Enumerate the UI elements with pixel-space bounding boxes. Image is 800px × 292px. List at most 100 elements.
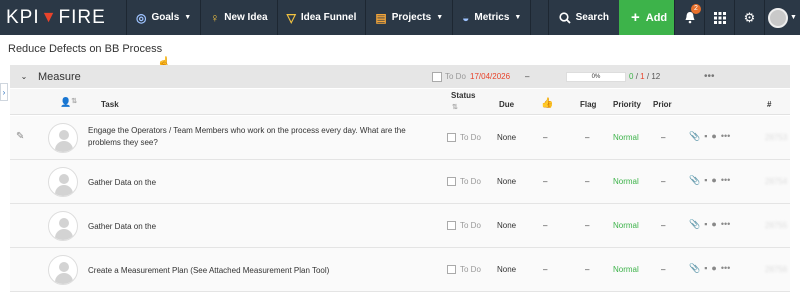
comment-icon[interactable]: ● bbox=[711, 219, 716, 230]
more-options-icon[interactable]: ••• bbox=[721, 263, 730, 274]
task-number: 28755 bbox=[765, 221, 788, 230]
due-value[interactable]: None bbox=[497, 265, 516, 274]
user-avatar-button[interactable]: ▼ bbox=[764, 0, 800, 35]
task-title[interactable]: Create a Measurement Plan (See Attached … bbox=[88, 265, 433, 277]
add-button[interactable]: + Add bbox=[619, 0, 674, 35]
status-checkbox[interactable] bbox=[447, 265, 456, 274]
nav-new-idea-label: New Idea bbox=[224, 12, 268, 23]
caret-down-icon: ▼ bbox=[514, 14, 522, 21]
column-task[interactable]: Task bbox=[101, 100, 119, 109]
comment-icon[interactable]: ● bbox=[711, 175, 716, 186]
row-actions: 📎 ▪ ● ••• bbox=[689, 219, 730, 230]
column-priority[interactable]: Priority bbox=[613, 100, 641, 109]
priority-value[interactable]: Normal bbox=[613, 133, 639, 142]
thumbs-up-icon[interactable]: 👍 bbox=[541, 98, 553, 109]
more-options-icon[interactable]: ••• bbox=[721, 219, 730, 230]
count-sep: / bbox=[646, 72, 650, 81]
column-number[interactable]: # bbox=[767, 100, 771, 109]
comment-icon[interactable]: ● bbox=[711, 131, 716, 142]
paperclip-icon[interactable]: 📎 bbox=[689, 175, 700, 186]
notifications-button[interactable]: 2 bbox=[674, 0, 704, 35]
flag-value[interactable]: – bbox=[585, 133, 589, 142]
settings-button[interactable]: ⚙ bbox=[734, 0, 764, 35]
status-checkbox[interactable] bbox=[447, 177, 456, 186]
page-title: Reduce Defects on BB Process bbox=[8, 43, 163, 55]
apps-button[interactable] bbox=[704, 0, 734, 35]
vote-value: – bbox=[543, 177, 548, 186]
row-actions: 📎 ▪ ● ••• bbox=[689, 175, 730, 186]
avatar[interactable] bbox=[48, 167, 78, 197]
group-header-measure[interactable]: ⌄ Measure To Do 17/04/2026 – 0% 0 / 1 / … bbox=[10, 65, 790, 88]
sidebar-expand-toggle[interactable]: › bbox=[0, 83, 8, 101]
status-checkbox[interactable] bbox=[447, 221, 456, 230]
grid-icon bbox=[713, 11, 726, 24]
comment-icon[interactable]: ● bbox=[711, 263, 716, 274]
column-status[interactable]: Status bbox=[451, 91, 475, 100]
column-due[interactable]: Due bbox=[499, 100, 514, 109]
paperclip-icon[interactable]: 📎 bbox=[689, 131, 700, 142]
flag-value[interactable]: – bbox=[585, 177, 589, 186]
more-options-icon[interactable]: ••• bbox=[704, 71, 715, 82]
search-icon bbox=[559, 11, 571, 24]
more-options-icon[interactable]: ••• bbox=[721, 131, 730, 142]
due-value[interactable]: None bbox=[497, 133, 516, 142]
kpifire-logo[interactable]: KPI ▼ FIRE bbox=[0, 0, 126, 35]
status-label: To Do bbox=[460, 133, 481, 142]
assignee-column-icon[interactable]: 👤 ⇅ bbox=[60, 97, 77, 108]
group-status-checkbox[interactable] bbox=[432, 71, 442, 82]
due-value[interactable]: None bbox=[497, 177, 516, 186]
nav-idea-funnel[interactable]: ▽ Idea Funnel bbox=[276, 0, 366, 35]
task-number: 28756 bbox=[765, 265, 788, 274]
avatar[interactable] bbox=[48, 123, 78, 153]
priority-value[interactable]: Normal bbox=[613, 177, 639, 186]
column-flag[interactable]: Flag bbox=[580, 100, 596, 109]
due-value[interactable]: None bbox=[497, 221, 516, 230]
funnel-icon: ▽ bbox=[286, 10, 296, 25]
task-title[interactable]: Gather Data on the bbox=[88, 221, 433, 233]
sort-icon[interactable]: ⇅ bbox=[452, 103, 458, 111]
notes-icon[interactable]: ▪ bbox=[704, 219, 707, 230]
notes-icon[interactable]: ▪ bbox=[704, 175, 707, 186]
plus-icon: + bbox=[631, 9, 640, 26]
status-label: To Do bbox=[460, 265, 481, 274]
avatar[interactable] bbox=[48, 255, 78, 285]
more-options-icon[interactable]: ••• bbox=[721, 175, 730, 186]
task-row[interactable]: Gather Data on the To Do None – – Normal… bbox=[10, 204, 790, 248]
status-checkbox[interactable] bbox=[447, 133, 456, 142]
avatar[interactable] bbox=[48, 211, 78, 241]
priority-value[interactable]: Normal bbox=[613, 221, 639, 230]
flag-value[interactable]: – bbox=[585, 221, 589, 230]
task-title[interactable]: Gather Data on the bbox=[88, 177, 433, 189]
column-prior[interactable]: Prior bbox=[653, 100, 672, 109]
nav-spacer bbox=[530, 0, 547, 35]
avatar bbox=[768, 7, 789, 28]
nav-goals[interactable]: ◎ Goals ▼ bbox=[126, 0, 200, 35]
flag-value[interactable]: – bbox=[585, 265, 589, 274]
paperclip-icon[interactable]: 📎 bbox=[689, 263, 700, 274]
notes-icon[interactable]: ▪ bbox=[704, 263, 707, 274]
edit-icon[interactable]: ✎ bbox=[16, 131, 24, 142]
group-name: Measure bbox=[38, 70, 81, 83]
task-title[interactable]: Engage the Operators / Team Members who … bbox=[88, 125, 433, 149]
projects-icon: ▤ bbox=[375, 10, 387, 25]
task-row[interactable]: Create a Measurement Plan (See Attached … bbox=[10, 248, 790, 292]
task-number: 28753 bbox=[765, 133, 788, 142]
priority-value[interactable]: Normal bbox=[613, 265, 639, 274]
group-status-label: To Do bbox=[445, 72, 466, 81]
nav-projects[interactable]: ▤ Projects ▼ bbox=[365, 0, 452, 35]
task-row[interactable]: Gather Data on the To Do None – – Normal… bbox=[10, 160, 790, 204]
flame-icon: ▼ bbox=[40, 8, 58, 26]
search-button[interactable]: Search bbox=[547, 0, 619, 35]
count-total: 12 bbox=[651, 72, 661, 81]
row-actions: 📎 ▪ ● ••• bbox=[689, 263, 730, 274]
paperclip-icon[interactable]: 📎 bbox=[689, 219, 700, 230]
notes-icon[interactable]: ▪ bbox=[704, 131, 707, 142]
chevron-down-icon[interactable]: ⌄ bbox=[10, 72, 38, 81]
group-progress-bar: 0% bbox=[566, 71, 626, 82]
nav-idea-funnel-label: Idea Funnel bbox=[300, 12, 357, 23]
add-label: Add bbox=[645, 11, 668, 24]
logo-text-right: FIRE bbox=[58, 6, 106, 28]
task-row[interactable]: ✎ Engage the Operators / Team Members wh… bbox=[10, 116, 790, 160]
nav-metrics[interactable]: ◒ Metrics ▼ bbox=[452, 0, 530, 35]
nav-new-idea[interactable]: ♀ New Idea bbox=[200, 0, 276, 35]
